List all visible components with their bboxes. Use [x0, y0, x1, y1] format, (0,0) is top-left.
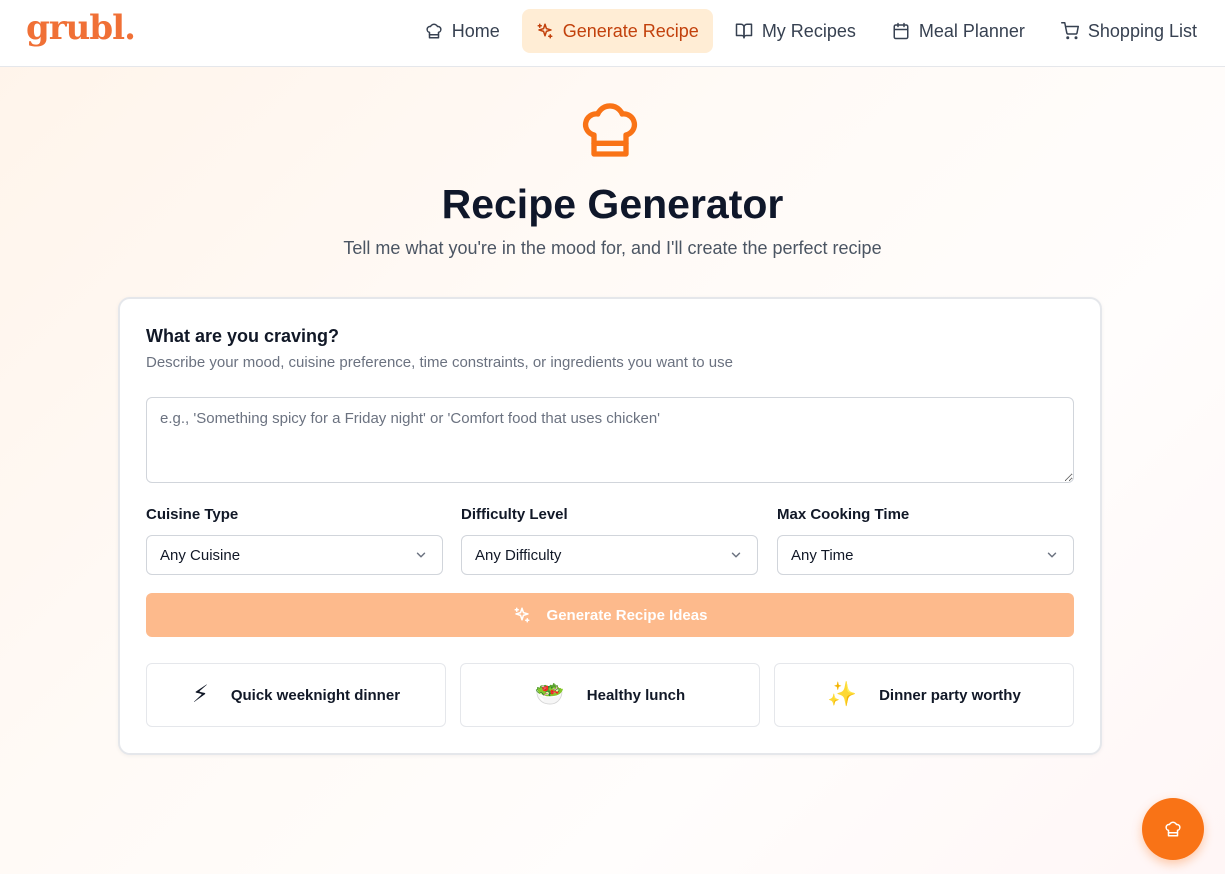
cuisine-type-select[interactable]: Any Cuisine [146, 535, 443, 575]
craving-description: Describe your mood, cuisine preference, … [146, 354, 733, 371]
main-nav: Home Generate Recipe My Recipes Meal Pla… [411, 9, 1211, 53]
nav-my-recipes[interactable]: My Recipes [721, 9, 870, 53]
shopping-cart-icon [1060, 22, 1079, 40]
nav-generate-recipe-label: Generate Recipe [562, 20, 699, 41]
max-cooking-time-value: Any Time [791, 546, 854, 564]
calendar-icon [893, 22, 909, 40]
preset-dinner-party-worthy[interactable]: ✨ Dinner party worthy [774, 663, 1074, 727]
generate-button-label: Generate Recipe Ideas [546, 606, 708, 624]
preset-label: Dinner party worthy [879, 686, 1021, 704]
preset-quick-weeknight-dinner[interactable]: ⚡ Quick weeknight dinner [146, 663, 446, 727]
nav-my-recipes-label: My Recipes [761, 20, 856, 41]
salad-icon: 🥗 [534, 681, 565, 708]
sparkles-icon: ✨ [827, 681, 858, 708]
grubl-logo[interactable]: grubl. [26, 8, 136, 48]
craving-heading: What are you craving? [146, 326, 340, 346]
page-title: Recipe Generator [441, 181, 784, 227]
preset-label: Quick weeknight dinner [230, 686, 401, 704]
nav-shopping-list[interactable]: Shopping List [1047, 9, 1211, 53]
difficulty-level-select[interactable]: Any Difficulty [461, 535, 758, 575]
page-subtitle: Tell me what you're in the mood for, and… [343, 238, 882, 258]
preset-healthy-lunch[interactable]: 🥗 Healthy lunch [460, 663, 760, 727]
generate-recipe-ideas-button[interactable]: Generate Recipe Ideas [146, 593, 1074, 637]
lightning-icon: ⚡ [191, 681, 209, 708]
nav-generate-recipe[interactable]: Generate Recipe [521, 9, 713, 53]
sparkles-icon [514, 607, 530, 623]
chevron-down-icon [1047, 552, 1057, 558]
book-open-icon [735, 23, 753, 39]
top-navigation-bar: grubl. Home Generate Recipe My Recipes M… [0, 0, 1225, 67]
chef-hat-icon [426, 23, 442, 39]
chef-hat-icon [1165, 821, 1181, 837]
cuisine-type-value: Any Cuisine [160, 546, 241, 564]
nav-home-label: Home [451, 20, 500, 41]
difficulty-level-label: Difficulty Level [461, 506, 568, 523]
nav-meal-planner[interactable]: Meal Planner [878, 9, 1039, 53]
nav-home[interactable]: Home [411, 9, 514, 53]
max-cooking-time-label: Max Cooking Time [777, 506, 910, 523]
chevron-down-icon [731, 552, 741, 558]
difficulty-level-value: Any Difficulty [475, 546, 562, 564]
max-cooking-time-select[interactable]: Any Time [777, 535, 1074, 575]
chef-hat-icon [582, 103, 638, 157]
chef-assistant-button[interactable] [1142, 798, 1204, 860]
recipe-generator-card: What are you craving? Describe your mood… [118, 297, 1102, 755]
nav-shopping-list-label: Shopping List [1087, 20, 1197, 41]
cuisine-type-label: Cuisine Type [146, 506, 239, 523]
craving-input[interactable] [146, 397, 1074, 483]
chevron-down-icon [416, 552, 426, 558]
sparkles-icon [537, 23, 553, 39]
preset-label: Healthy lunch [586, 686, 686, 704]
nav-meal-planner-label: Meal Planner [918, 20, 1025, 41]
